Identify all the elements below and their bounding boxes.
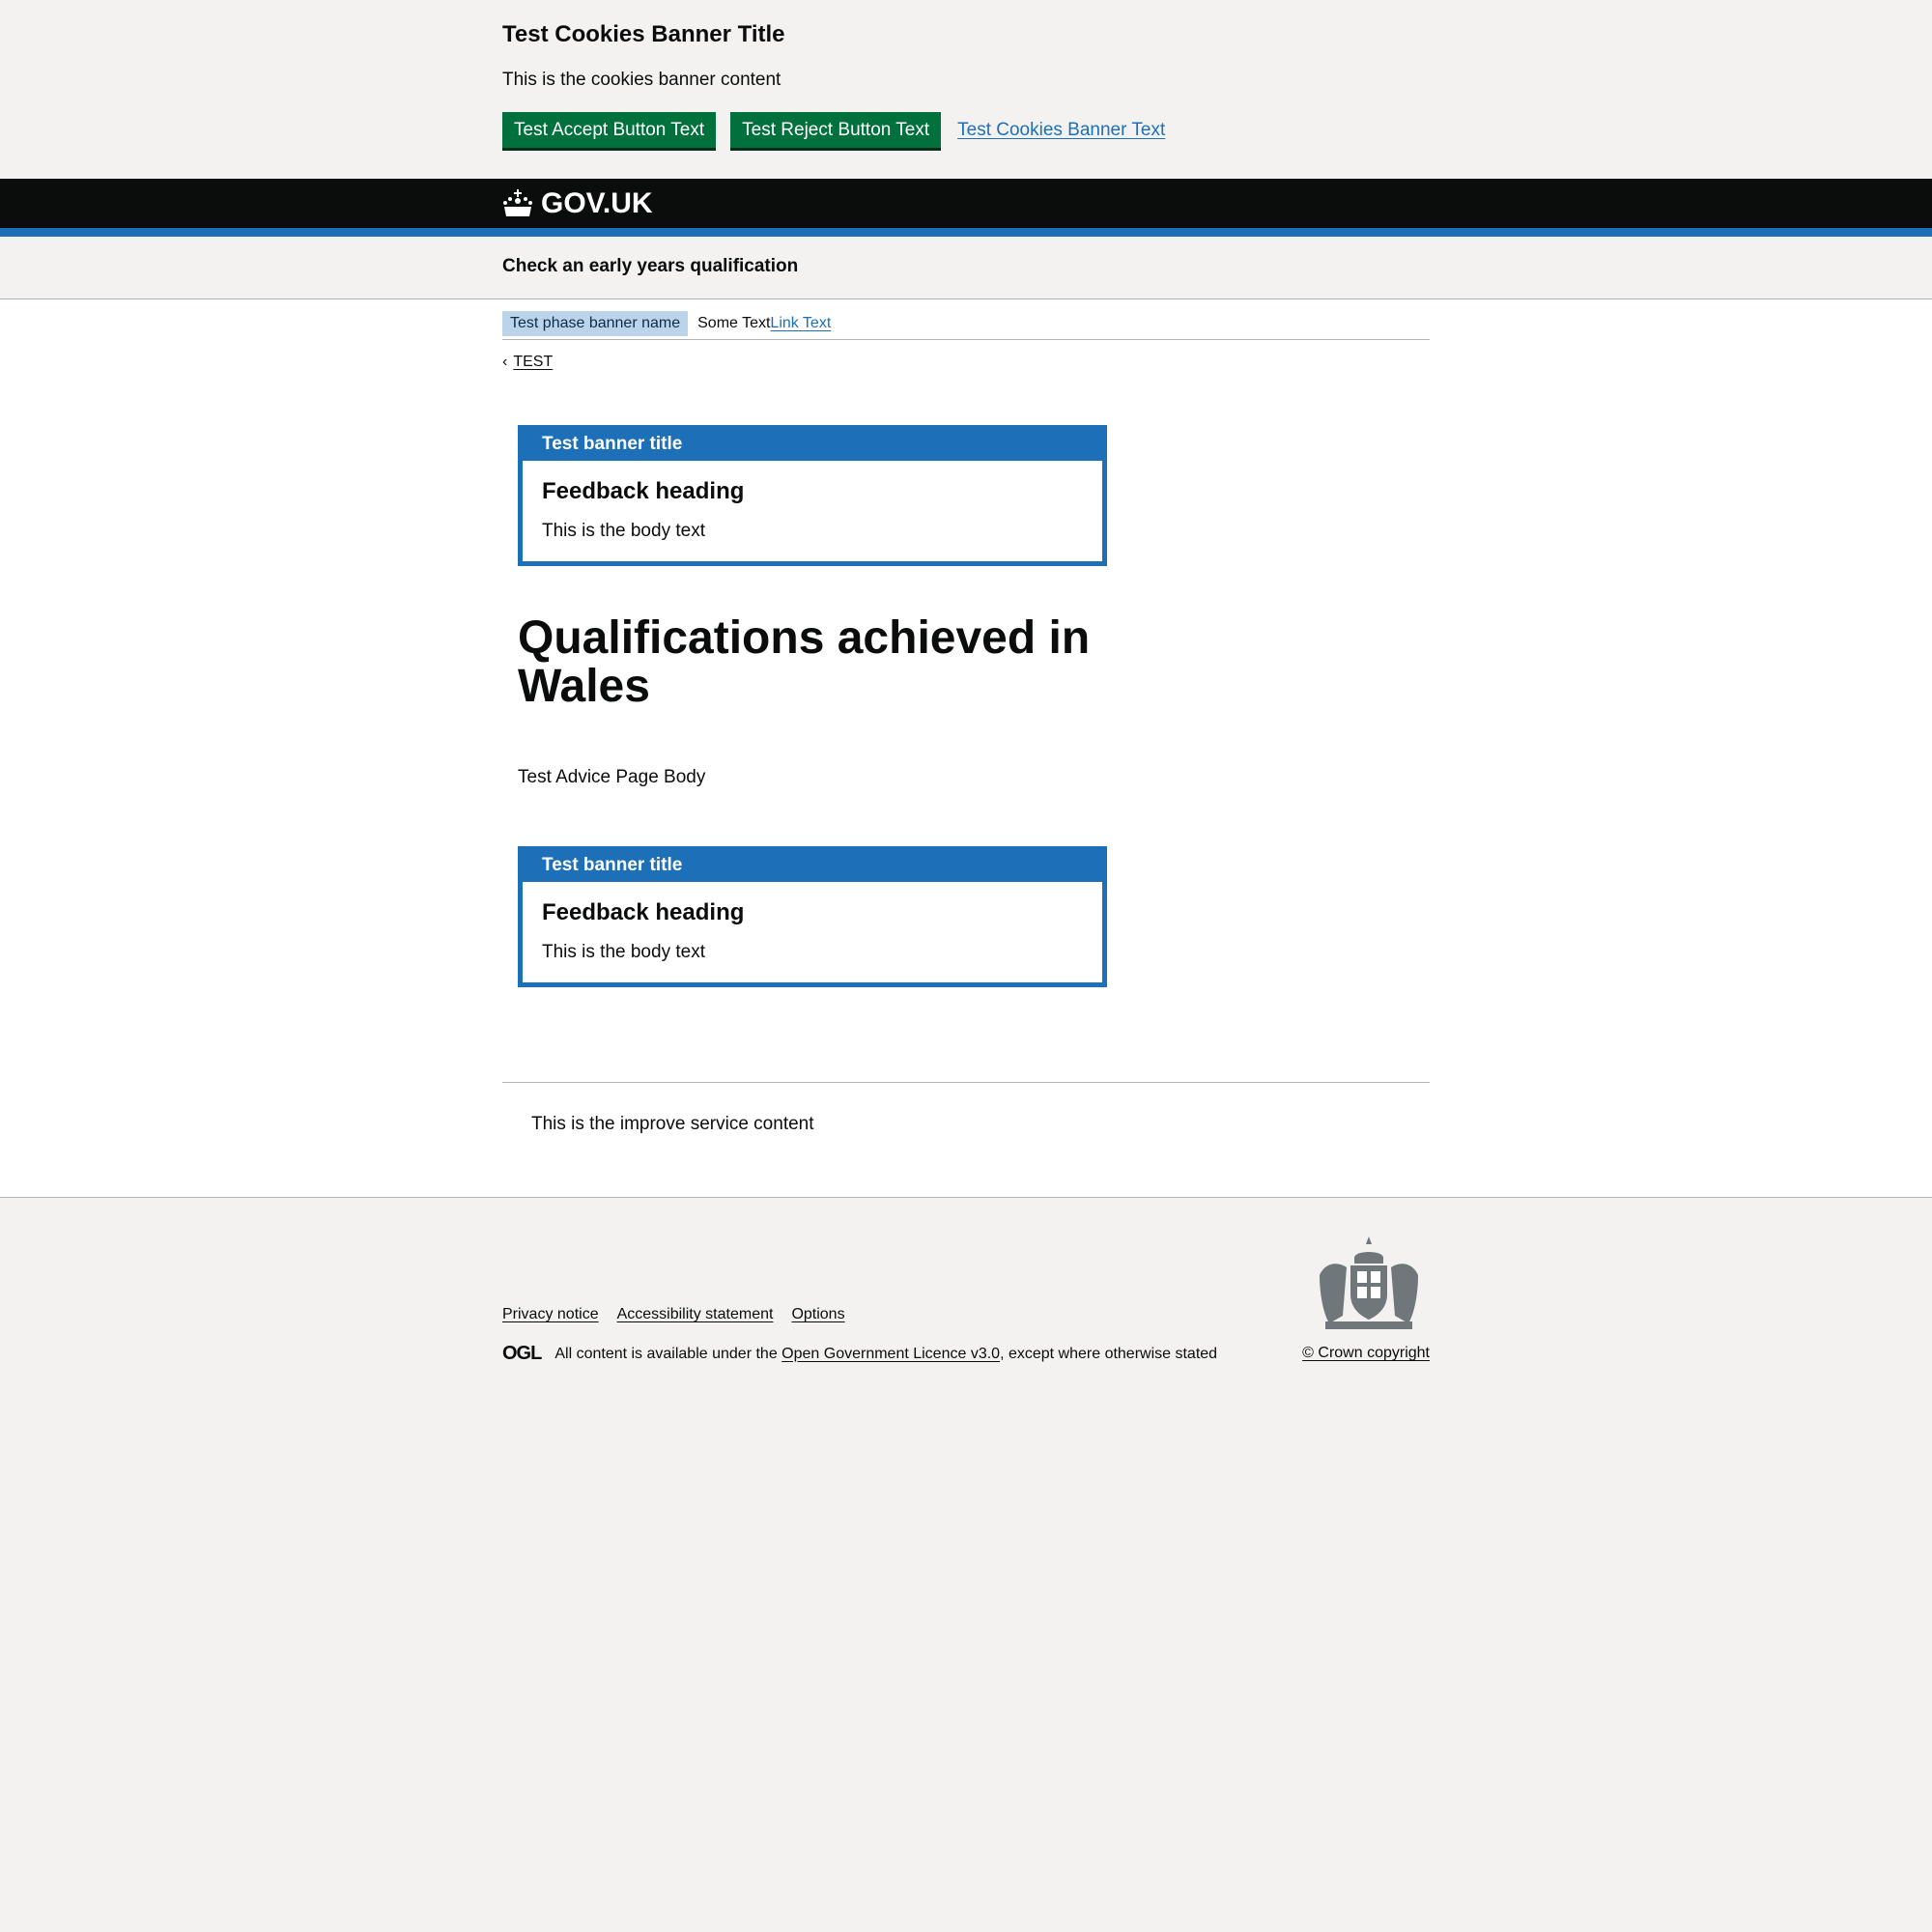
govuk-logo-link[interactable]: GOV.UK [502,179,1430,228]
phase-link[interactable]: Link Text [770,315,831,332]
reject-cookies-button[interactable]: Test Reject Button Text [730,112,942,148]
cookie-banner-title: Test Cookies Banner Title [502,21,785,47]
crown-icon [503,188,532,216]
divider [502,1082,1430,1083]
ogl-logo: OGL [502,1343,542,1364]
govuk-logo-text: GOV.UK [541,186,653,219]
banner-title: Test banner title [542,855,683,875]
phase-tag: Test phase banner name [502,310,689,336]
header: GOV.UK [0,179,1932,237]
improve-service-content: This is the improve service content [531,1114,814,1134]
service-name[interactable]: Check an early years qualification [502,256,798,276]
footer-link-accessibility[interactable]: Accessibility statement [617,1306,774,1323]
banner-body: This is the body text [542,521,705,541]
licence-link[interactable]: Open Government Licence v3.0 [781,1346,1000,1362]
cookies-link[interactable]: Test Cookies Banner Text [957,120,1165,141]
banner-heading: Feedback heading [542,478,745,504]
cookie-banner: Test Cookies Banner Title This is the co… [0,0,1932,179]
licence-prefix: All content is available under the [554,1345,782,1362]
banner-title: Test banner title [542,434,683,454]
service-navigation: Check an early years qualification [0,237,1932,299]
notification-banner: Test banner title Feedback heading This i… [518,425,1107,566]
phase-text: Some Text [697,314,771,331]
royal-coat-of-arms-icon [1320,1236,1418,1329]
footer-link-options[interactable]: Options [791,1306,844,1323]
cookie-banner-content: This is the cookies banner content [502,70,781,90]
page-body: Test Advice Page Body [518,767,706,787]
notification-banner: Test banner title Feedback heading This i… [518,846,1107,987]
crown-copyright-link[interactable]: © Crown copyright [1302,1345,1430,1361]
page-title: Qualifications achieved in Wales [518,612,1091,712]
licence-text: All content is available under the Open … [554,1346,1217,1363]
chevron-left-icon: ‹ [502,354,508,370]
footer: Privacy notice Accessibility statement O… [0,1197,1932,1932]
back-link-text[interactable]: TEST [513,354,553,371]
banner-heading: Feedback heading [542,899,745,925]
back-link[interactable]: ‹ TEST [502,354,1430,371]
banner-body: This is the body text [542,942,705,962]
accept-cookies-button[interactable]: Test Accept Button Text [502,112,717,148]
footer-link-privacy[interactable]: Privacy notice [502,1306,599,1323]
main-content: Test phase banner name Some Text Link Tex… [0,299,1932,1197]
licence-suffix: , except where otherwise stated [1000,1345,1218,1362]
phase-banner: Test phase banner name Some Text Link Tex… [502,299,1430,340]
